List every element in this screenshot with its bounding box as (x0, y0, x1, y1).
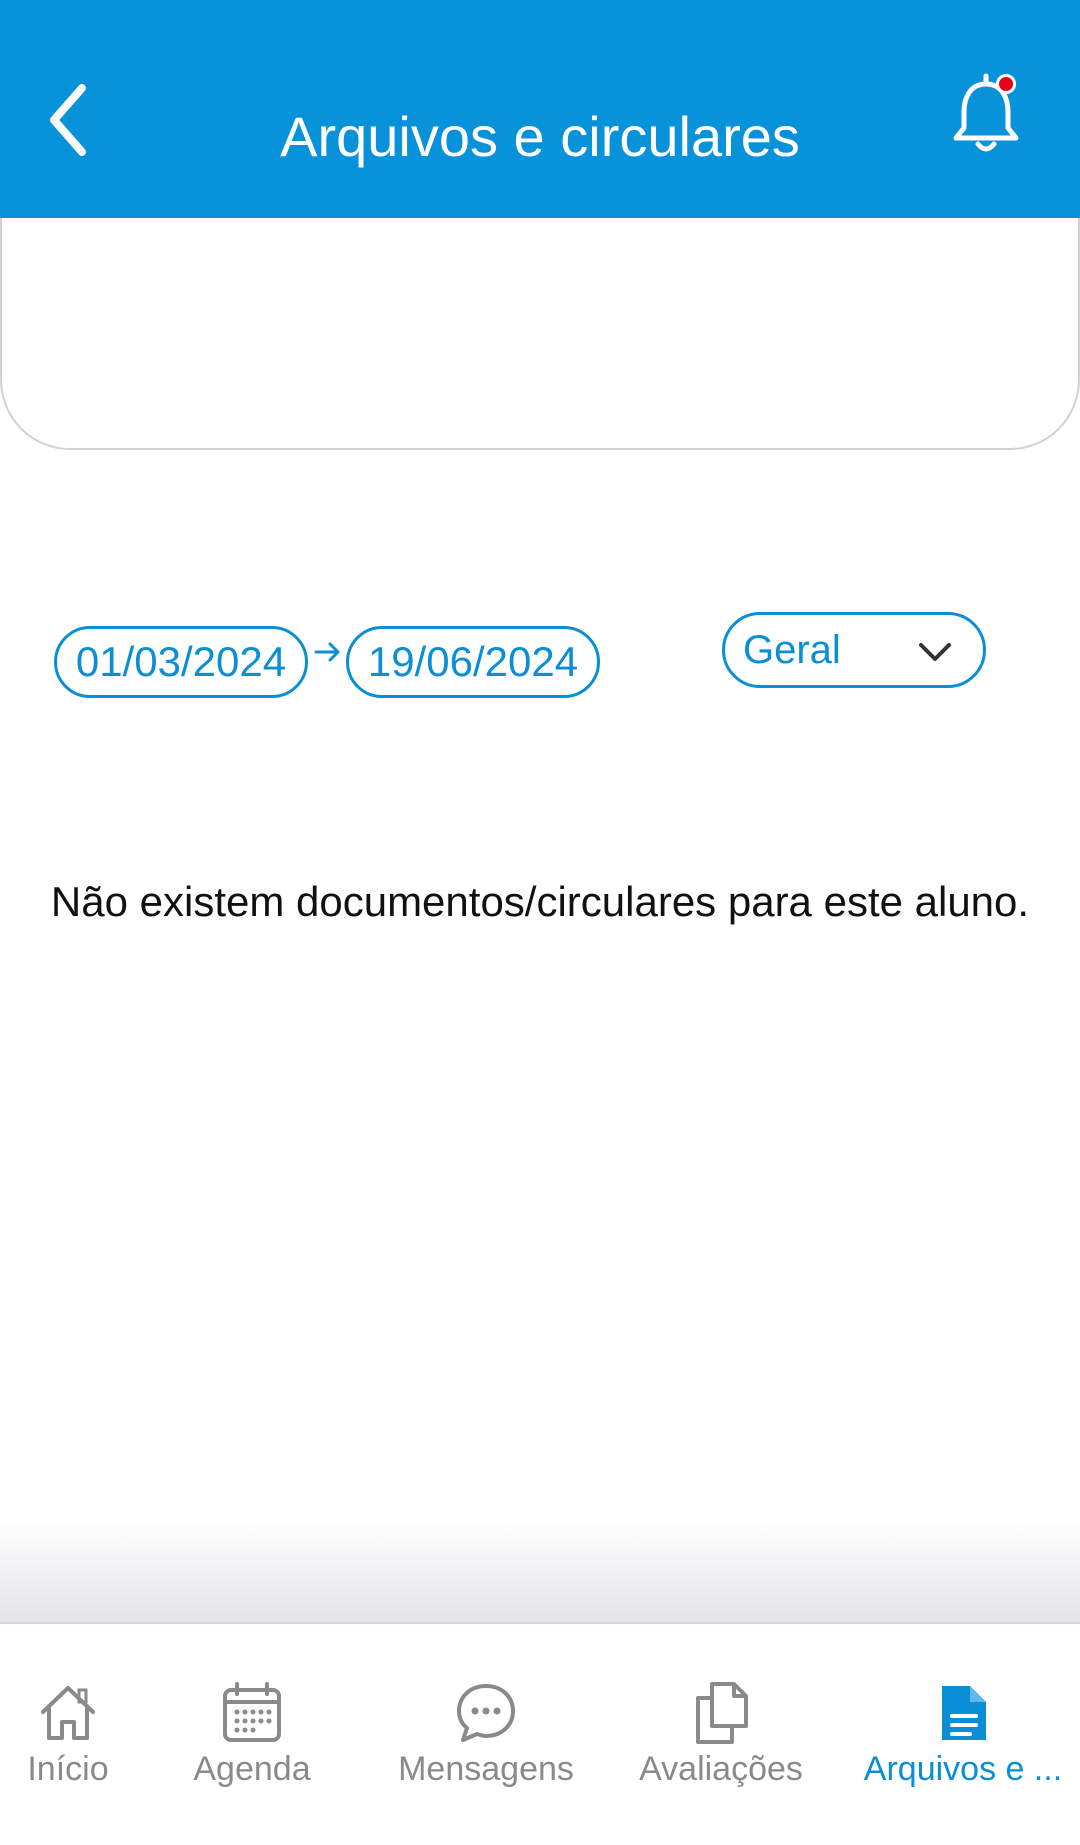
date-to-field[interactable]: 19/06/2024 (346, 626, 600, 698)
nav-label: Avaliações (639, 1750, 803, 1788)
app-header: Arquivos e circulares (0, 0, 1080, 218)
nav-label: Agenda (193, 1750, 311, 1788)
bottom-navigation: Início Agenda Mensagens Avaliações Arqui… (0, 1622, 1080, 1845)
nav-item-inicio[interactable]: Início (0, 1624, 136, 1824)
nav-label: Arquivos e ... (863, 1750, 1063, 1788)
bottom-shadow (0, 1520, 1080, 1622)
documents-icon (696, 1682, 748, 1744)
nav-item-arquivos[interactable]: Arquivos e ... (846, 1624, 1080, 1824)
date-from-field[interactable]: 01/03/2024 (54, 626, 308, 698)
chevron-down-icon (919, 643, 951, 661)
nav-item-mensagens[interactable]: Mensagens (380, 1624, 592, 1824)
nav-item-avaliacoes[interactable]: Avaliações (626, 1624, 816, 1824)
calendar-icon (223, 1682, 281, 1742)
home-icon (41, 1686, 95, 1740)
category-select[interactable]: Geral (722, 612, 986, 688)
page-title: Arquivos e circulares (280, 105, 800, 168)
empty-state-message: Não existem documentos/circulares para e… (50, 878, 1030, 925)
nav-item-agenda[interactable]: Agenda (176, 1624, 328, 1824)
notifications-button[interactable] (946, 70, 1026, 160)
category-select-value: Geral (743, 627, 841, 672)
arrow-right-icon (314, 642, 340, 662)
nav-label: Início (27, 1750, 109, 1788)
notification-badge (996, 74, 1016, 94)
nav-label: Mensagens (398, 1750, 574, 1788)
chat-icon (457, 1684, 515, 1742)
file-icon (942, 1686, 986, 1740)
header-card (0, 218, 1080, 450)
screen: Arquivos e circulares 01/03/2024 19/06/2… (0, 0, 1080, 1845)
